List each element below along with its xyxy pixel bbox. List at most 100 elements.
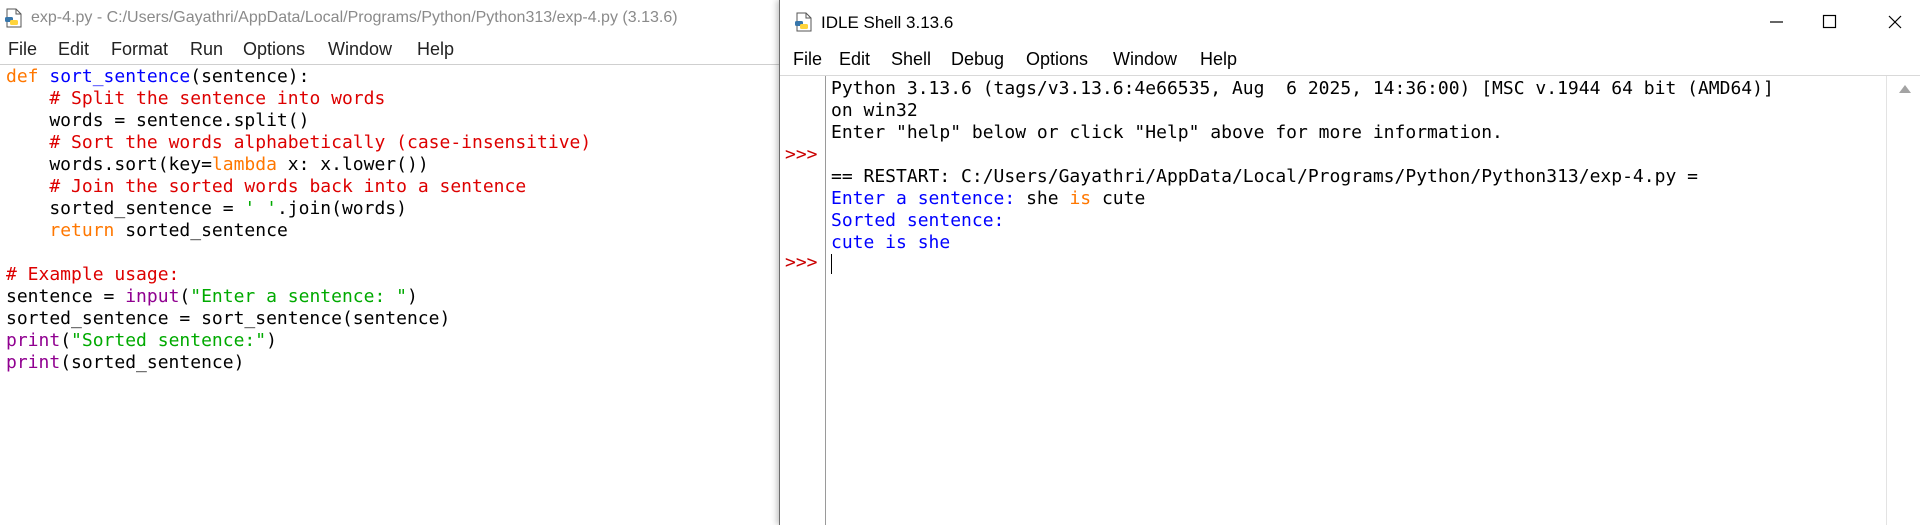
user-input-keyword: is — [1069, 188, 1092, 209]
stdout-line: cute is she — [831, 232, 951, 253]
shell-menu-options[interactable]: Options — [1026, 49, 1088, 70]
builtin-token: print — [6, 330, 61, 351]
shell-window[interactable]: IDLE Shell 3.13.6 File Edit Shell Debug … — [779, 0, 1920, 525]
scroll-up-arrow-icon[interactable] — [1899, 85, 1911, 93]
code-text: sorted_sentence — [114, 220, 288, 241]
comment-token: # Join the sorted words back into a sent… — [49, 176, 527, 197]
code-editor[interactable]: def sort_sentence(sentence): # Split the… — [6, 66, 591, 374]
python-file-icon — [4, 8, 24, 33]
code-line: # Example usage: — [6, 264, 591, 286]
shell-menu-edit[interactable]: Edit — [839, 49, 870, 70]
editor-menu-window[interactable]: Window — [328, 39, 392, 60]
stdout-line: Sorted sentence: — [831, 210, 1005, 231]
code-text: ( — [60, 330, 72, 351]
shell-menu-shell[interactable]: Shell — [891, 49, 931, 70]
input-line: Enter a sentence: she is cute — [831, 188, 1866, 210]
string-token: "Enter a sentence: " — [190, 286, 407, 307]
builtin-token: print — [6, 352, 61, 373]
user-input-text: she — [1026, 188, 1070, 209]
editor-menu-file[interactable]: File — [8, 39, 37, 60]
editor-window[interactable]: exp-4.py - C:/Users/Gayathri/AppData/Loc… — [0, 0, 780, 525]
code-line: print("Sorted sentence:") — [6, 330, 591, 352]
function-name-token: sort_sentence — [49, 66, 191, 87]
banner-line: Python 3.13.6 (tags/v3.13.6:4e66535, Aug… — [831, 78, 1774, 99]
editor-menu-help[interactable]: Help — [417, 39, 454, 60]
code-text: words.sort(key= — [6, 154, 212, 175]
keyword-token: def — [6, 66, 39, 87]
shell-titlebar[interactable]: IDLE Shell 3.13.6 — [780, 0, 1920, 44]
editor-menu-run[interactable]: Run — [190, 39, 223, 60]
banner-line: Enter "help" below or click "Help" above… — [831, 122, 1503, 143]
code-text: sorted_sentence = sort_sentence(sentence… — [6, 308, 451, 329]
code-line: # Split the sentence into words — [6, 88, 591, 110]
shell-menu-help[interactable]: Help — [1200, 49, 1237, 70]
builtin-token: input — [125, 286, 180, 307]
keyword-token: return — [49, 220, 115, 241]
code-text: ) — [266, 330, 277, 351]
shell-prompt: >>> — [785, 144, 818, 165]
comment-token: # Split the sentence into words — [49, 88, 386, 109]
shell-menu-file[interactable]: File — [793, 49, 822, 70]
code-text: (sentence): — [190, 66, 310, 87]
editor-menubar: File Edit Format Run Options Window Help — [0, 38, 780, 64]
code-line: return sorted_sentence — [6, 220, 591, 242]
string-token: "Sorted sentence:" — [71, 330, 267, 351]
shell-menu-window[interactable]: Window — [1113, 49, 1177, 70]
keyword-token: lambda — [211, 154, 277, 175]
restart-line: == RESTART: C:/Users/Gayathri/AppData/Lo… — [831, 166, 1698, 187]
editor-menu-edit[interactable]: Edit — [58, 39, 89, 60]
minimize-button[interactable] — [1740, 0, 1810, 44]
string-token: ' ' — [244, 198, 277, 219]
editor-menu-divider — [0, 64, 780, 65]
code-text: ( — [179, 286, 191, 307]
close-icon — [1888, 15, 1902, 29]
vertical-scrollbar[interactable] — [1886, 76, 1920, 525]
editor-title: exp-4.py - C:/Users/Gayathri/AppData/Loc… — [31, 9, 678, 26]
user-input-text: cute — [1091, 188, 1146, 209]
code-line: def sort_sentence(sentence): — [6, 66, 591, 88]
shell-menubar: File Edit Shell Debug Options Window Hel… — [780, 48, 1920, 74]
editor-menu-options[interactable]: Options — [243, 39, 305, 60]
code-line: sorted_sentence = ' '.join(words) — [6, 198, 591, 220]
code-line: words.sort(key=lambda x: x.lower()) — [6, 154, 591, 176]
prompt-gutter: >>> >>> — [780, 76, 826, 525]
comment-token: # Sort the words alphabetically (case-in… — [49, 132, 592, 153]
code-text: ) — [407, 286, 418, 307]
code-line: # Sort the words alphabetically (case-in… — [6, 132, 591, 154]
code-line: print(sorted_sentence) — [6, 352, 591, 374]
banner-line: on win32 — [831, 100, 918, 121]
code-text: .join(words) — [276, 198, 407, 219]
code-text: (sorted_sentence) — [60, 352, 245, 373]
code-text: sentence = — [6, 286, 126, 307]
shell-prompt: >>> — [785, 252, 818, 273]
comment-token: # Example usage: — [6, 264, 180, 285]
code-text: words = sentence.split() — [6, 110, 310, 131]
shell-menu-debug[interactable]: Debug — [951, 49, 1004, 70]
maximize-button[interactable] — [1810, 0, 1880, 44]
shell-title: IDLE Shell 3.13.6 — [821, 13, 954, 32]
code-text: x: x.lower()) — [276, 154, 429, 175]
minimize-icon — [1770, 21, 1783, 23]
shell-output[interactable]: Python 3.13.6 (tags/v3.13.6:4e66535, Aug… — [831, 78, 1866, 276]
python-idle-icon — [794, 12, 814, 37]
code-text: sorted_sentence = — [6, 198, 245, 219]
maximize-icon — [1822, 14, 1837, 29]
close-button[interactable] — [1880, 0, 1920, 44]
editor-titlebar[interactable]: exp-4.py - C:/Users/Gayathri/AppData/Loc… — [0, 0, 780, 36]
input-prompt-text: Enter a sentence: — [831, 188, 1027, 209]
code-line: words = sentence.split() — [6, 110, 591, 132]
text-cursor — [831, 254, 832, 274]
shell-menu-divider — [780, 75, 1920, 76]
input-cursor-line[interactable] — [831, 254, 1866, 276]
code-line: sentence = input("Enter a sentence: ") — [6, 286, 591, 308]
code-line: # Join the sorted words back into a sent… — [6, 176, 591, 198]
code-line: sorted_sentence = sort_sentence(sentence… — [6, 308, 591, 330]
editor-menu-format[interactable]: Format — [111, 39, 168, 60]
